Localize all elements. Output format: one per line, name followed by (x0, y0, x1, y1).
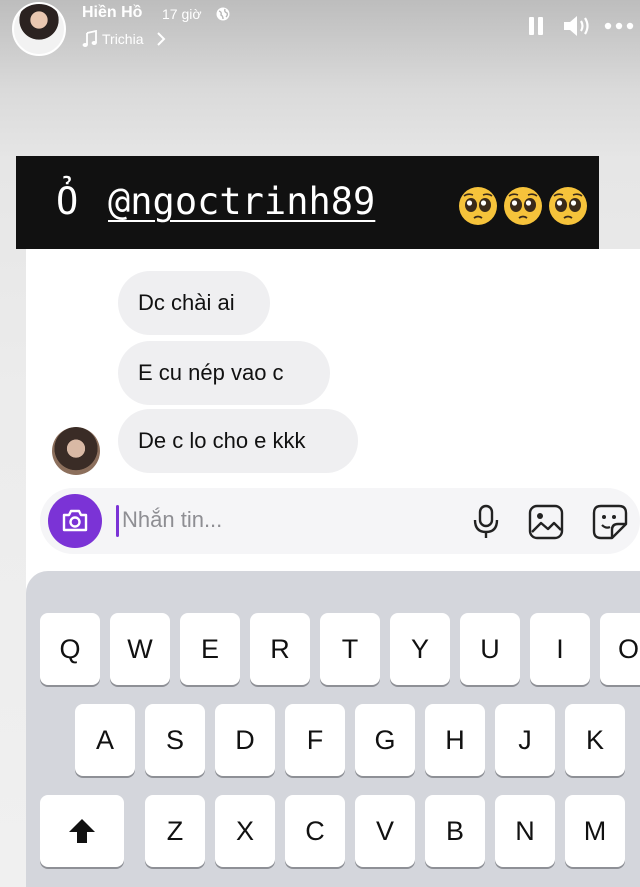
key-z[interactable]: Z (145, 795, 205, 867)
sender-avatar[interactable] (52, 427, 100, 475)
microphone-button[interactable] (470, 504, 502, 540)
key-label: A (95, 724, 114, 755)
key-label: B (445, 815, 464, 846)
key-t[interactable]: T (320, 613, 380, 685)
song-title[interactable]: Trichia (102, 31, 144, 47)
key-w[interactable]: W (110, 613, 170, 685)
pleading-face-emoji (504, 187, 542, 225)
key-label: T (341, 633, 359, 664)
key-label: S (165, 724, 184, 755)
pause-icon (529, 17, 543, 35)
key-label: D (235, 724, 255, 755)
key-label: I (556, 633, 564, 664)
mention-link[interactable]: @ngoctrinh89 (108, 180, 375, 223)
globe-icon (216, 7, 230, 21)
key-label: G (374, 724, 396, 755)
key-n[interactable]: N (495, 795, 555, 867)
sticker-icon (592, 504, 628, 540)
shift-arrow-icon (69, 819, 95, 843)
key-b[interactable]: B (425, 795, 485, 867)
message-input[interactable] (122, 500, 452, 540)
microphone-icon (473, 504, 499, 538)
message-bubble[interactable]: E cu nép vao c (118, 341, 330, 405)
key-label: J (518, 724, 532, 755)
key-label: N (515, 815, 535, 846)
key-u[interactable]: U (460, 613, 520, 685)
key-x[interactable]: X (215, 795, 275, 867)
key-v[interactable]: V (355, 795, 415, 867)
key-label: F (306, 724, 324, 755)
pause-button[interactable] (524, 14, 548, 38)
camera-button[interactable] (48, 494, 102, 548)
message-text: E cu nép vao c (138, 360, 284, 385)
text-cursor (116, 505, 119, 537)
key-label: Z (166, 815, 184, 846)
key-label: M (583, 815, 607, 846)
post-time: 17 giờ (162, 6, 202, 22)
sticker-button[interactable] (592, 504, 628, 540)
key-q[interactable]: Q (40, 613, 100, 685)
key-label: O (618, 633, 640, 664)
message-composer (40, 488, 640, 554)
key-e[interactable]: E (180, 613, 240, 685)
pleading-face-emoji (459, 187, 497, 225)
key-label: Q (59, 633, 81, 664)
chevron-right-icon[interactable] (156, 32, 166, 46)
author-avatar[interactable] (12, 2, 66, 56)
key-label: R (270, 633, 290, 664)
key-label: U (480, 633, 500, 664)
story-header: Hiền Hồ 17 giờ Trichia (0, 0, 640, 60)
key-label: K (585, 724, 604, 755)
volume-icon (564, 16, 589, 36)
key-r[interactable]: R (250, 613, 310, 685)
gallery-icon (528, 504, 564, 540)
key-d[interactable]: D (215, 704, 275, 776)
volume-button[interactable] (562, 12, 594, 40)
message-bubble[interactable]: Dc chài ai (118, 271, 270, 335)
key-c[interactable]: C (285, 795, 345, 867)
music-icon (82, 30, 97, 47)
more-button[interactable] (602, 14, 636, 38)
key-a[interactable]: A (75, 704, 135, 776)
key-label: V (375, 815, 394, 846)
key-y[interactable]: Y (390, 613, 450, 685)
author-name[interactable]: Hiền Hồ (82, 4, 142, 22)
key-label: E (200, 633, 219, 664)
key-g[interactable]: G (355, 704, 415, 776)
key-m[interactable]: M (565, 795, 625, 867)
key-i[interactable]: I (530, 613, 590, 685)
key-k[interactable]: K (565, 704, 625, 776)
shift-key[interactable] (40, 795, 124, 867)
message-text: De c lo cho e kkk (138, 428, 306, 453)
message-bubble[interactable]: De c lo cho e kkk (118, 409, 358, 473)
key-s[interactable]: S (145, 704, 205, 776)
key-label: Y (410, 633, 429, 664)
pleading-face-emoji (549, 187, 587, 225)
key-label: X (235, 815, 254, 846)
camera-icon (62, 509, 88, 532)
key-f[interactable]: F (285, 704, 345, 776)
key-label: W (127, 633, 153, 664)
key-label: H (445, 724, 465, 755)
key-j[interactable]: J (495, 704, 555, 776)
message-text: Dc chài ai (138, 290, 235, 315)
on-screen-keyboard: Q W E R T Y U I O A S D F G H J K Z X C … (26, 571, 640, 887)
chat-screenshot: Dc chài ai E cu nép vao c De c lo cho e … (26, 249, 640, 887)
key-label: C (305, 815, 325, 846)
caption-prefix: Ỏ (56, 180, 79, 223)
key-o[interactable]: O (600, 613, 640, 685)
more-icon (604, 22, 634, 30)
gallery-button[interactable] (528, 504, 564, 540)
key-h[interactable]: H (425, 704, 485, 776)
